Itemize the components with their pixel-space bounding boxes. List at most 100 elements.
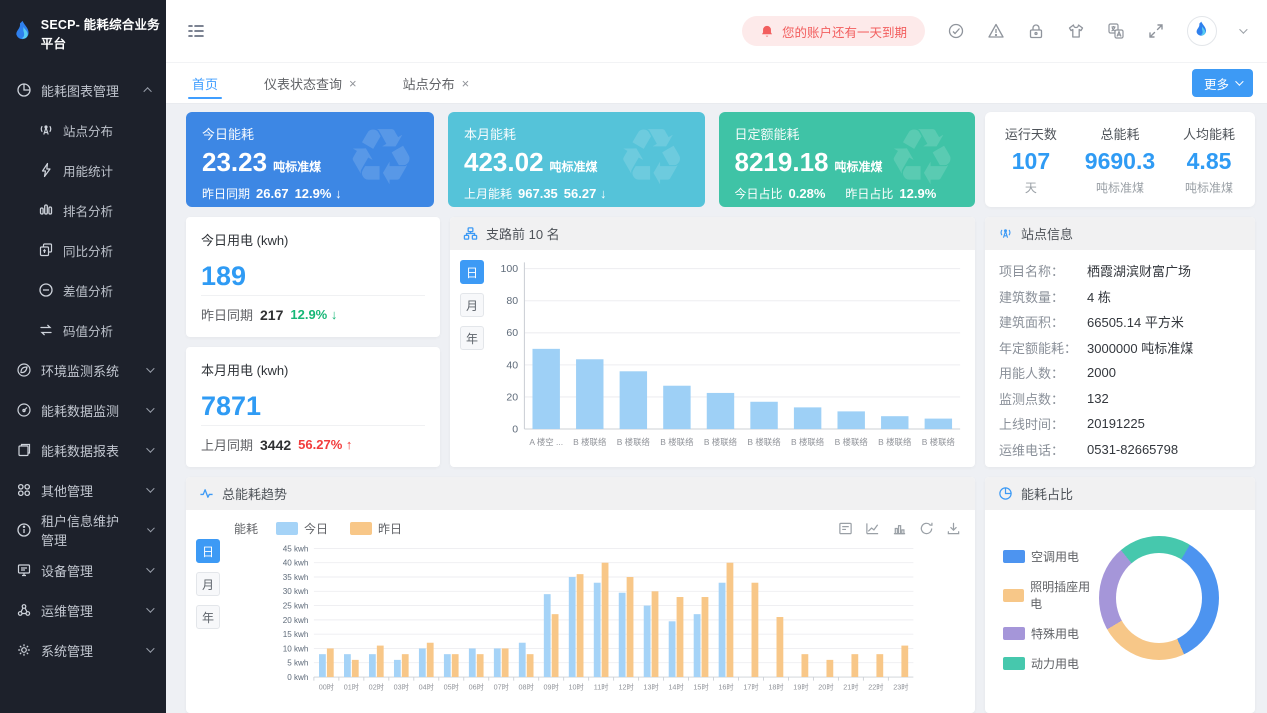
sidebar-item-label: 设备管理 — [41, 561, 93, 580]
more-button[interactable]: 更多 — [1192, 69, 1253, 97]
sidebar-submenu: 站点分布 用能统计 排名分析 同比分析 差值分析 — [0, 110, 166, 350]
svg-text:B 楼联络: B 楼联络 — [835, 437, 869, 447]
chevron-down-icon — [146, 484, 154, 492]
refresh-icon[interactable] — [919, 521, 934, 536]
sidebar-item-device-mgmt[interactable]: 设备管理 — [0, 550, 166, 590]
antenna-icon — [38, 122, 54, 138]
sidebar-item-energy-report[interactable]: 能耗数据报表 — [0, 430, 166, 470]
toggle-month[interactable]: 月 — [196, 572, 220, 596]
legend-hvac[interactable]: 空调用电 — [1003, 548, 1099, 565]
data-view-icon[interactable] — [838, 521, 853, 536]
kpi-sub-value: 12.9% — [899, 186, 936, 201]
legend-special[interactable]: 特殊用电 — [1003, 625, 1099, 642]
top10-bar-chart: 020406080100A 楼空 ...B 楼联络B 楼联络B 楼联络B 楼联络… — [484, 250, 975, 467]
sidebar-item-tenant-mgmt[interactable]: 租户信息维护管理 — [0, 510, 166, 550]
toggle-year[interactable]: 年 — [196, 605, 220, 629]
svg-text:B 楼联络: B 楼联络 — [660, 437, 694, 447]
tab-site-distribution[interactable]: 站点分布 × — [397, 62, 476, 104]
tabbar: 首页 仪表状态查询 × 站点分布 × 更多 — [166, 62, 1267, 104]
legend-label: 动力用电 — [1031, 655, 1079, 672]
kpi-card-daily-quota: 日定额能耗 8219.18吨标准煤 今日占比0.28%昨日占比12.9% ♻ — [719, 112, 976, 207]
top10-panel: 支路前 10 名 日 月 年 020406080100A 楼空 ...B 楼联络… — [450, 217, 975, 467]
swap-arrows-icon — [38, 322, 54, 338]
toggle-year[interactable]: 年 — [460, 326, 484, 350]
legend-lighting[interactable]: 照明插座用电 — [1003, 578, 1099, 612]
kpi-unit: 吨标准煤 — [834, 160, 882, 174]
sidebar-item-ranking[interactable]: 排名分析 — [0, 190, 166, 230]
sidebar-item-energy-charts[interactable]: 能耗图表管理 — [0, 70, 166, 110]
legend-swatch — [1003, 550, 1025, 563]
translate-icon[interactable] — [1107, 22, 1125, 40]
trend-legend: 今日 昨日 — [276, 520, 402, 537]
more-label: 更多 — [1204, 74, 1229, 93]
kpi-unit: 吨标准煤 — [550, 160, 598, 174]
tab-meter-status[interactable]: 仪表状态查询 × — [258, 62, 363, 104]
user-menu-chevron-icon[interactable] — [1239, 25, 1247, 33]
legend-today[interactable]: 今日 — [276, 520, 328, 537]
stat-unit: 天 — [1005, 179, 1057, 196]
collapse-menu-icon[interactable] — [186, 21, 206, 41]
energy-share-donut-chart — [1099, 536, 1219, 660]
svg-text:02时: 02时 — [369, 683, 384, 692]
legend-power[interactable]: 动力用电 — [1003, 655, 1099, 672]
energy-share-panel: 能耗占比 空调用电 照明插座用电 特殊用电 动力用电 — [985, 477, 1255, 713]
site-label: 建筑面积： — [999, 312, 1087, 331]
info-icon — [16, 522, 32, 538]
bell-icon — [760, 24, 774, 39]
svg-text:12时: 12时 — [618, 683, 633, 692]
sidebar-item-energy-monitor[interactable]: 能耗数据监测 — [0, 390, 166, 430]
kpi-sub-label: 昨日同期 — [202, 185, 250, 202]
sidebar-item-label: 差值分析 — [63, 281, 113, 300]
palette-icon[interactable] — [947, 22, 965, 40]
svg-text:10 kwh: 10 kwh — [283, 644, 309, 653]
report-icon — [16, 442, 32, 458]
legend-label: 今日 — [304, 520, 328, 537]
svg-text:35 kwh: 35 kwh — [283, 573, 309, 582]
avatar-flame-icon[interactable] — [1187, 16, 1217, 46]
trend-bar-chart: 0 kwh5 kwh10 kwh15 kwh20 kwh25 kwh30 kwh… — [220, 537, 975, 706]
sidebar-item-ops-mgmt[interactable]: 运维管理 — [0, 590, 166, 630]
site-info-body: 项目名称：栖霞湖滨财富广场 建筑数量：4 栋 建筑面积：66505.14 平方米… — [985, 250, 1255, 467]
tab-home[interactable]: 首页 — [186, 62, 224, 104]
svg-text:B 楼联络: B 楼联络 — [922, 437, 956, 447]
card-title: 今日用电 (kwh) — [201, 230, 425, 249]
toggle-month[interactable]: 月 — [460, 293, 484, 317]
lock-icon[interactable] — [1027, 22, 1045, 40]
sidebar-item-env-monitor[interactable]: 环境监测系统 — [0, 350, 166, 390]
legend-yesterday[interactable]: 昨日 — [350, 520, 402, 537]
kpi-sub-value: 0.28% — [789, 186, 826, 201]
compare-value: 217 — [260, 307, 283, 323]
brand-logo[interactable]: SECP- 能耗综合业务平台 — [0, 0, 166, 66]
svg-text:20时: 20时 — [818, 683, 833, 692]
close-icon[interactable]: × — [462, 76, 470, 91]
line-chart-icon[interactable] — [865, 521, 880, 536]
main-area: 您的账户还有一天到期 首页 仪表状态查询 × — [166, 0, 1267, 713]
sidebar-item-system-mgmt[interactable]: 系统管理 — [0, 630, 166, 670]
compare-pct: 12.9% — [290, 307, 327, 322]
svg-text:80: 80 — [506, 295, 518, 307]
close-icon[interactable]: × — [349, 76, 357, 91]
sidebar-item-diff-analysis[interactable]: 差值分析 — [0, 270, 166, 310]
bar-chart-icon[interactable] — [892, 521, 907, 536]
sidebar-item-site-distribution[interactable]: 站点分布 — [0, 110, 166, 150]
sidebar-item-other-mgmt[interactable]: 其他管理 — [0, 470, 166, 510]
sidebar-item-energy-stats[interactable]: 用能统计 — [0, 150, 166, 190]
sidebar-item-label: 运维管理 — [41, 601, 93, 620]
download-icon[interactable] — [946, 521, 961, 536]
fullscreen-icon[interactable] — [1147, 22, 1165, 40]
warning-icon[interactable] — [987, 22, 1005, 40]
toggle-day[interactable]: 日 — [460, 260, 484, 284]
chevron-down-icon — [146, 364, 154, 372]
site-value: 4 栋 — [1087, 287, 1111, 306]
compare-label: 上月同期 — [201, 435, 253, 454]
gauge-icon — [16, 402, 32, 418]
shirt-icon[interactable] — [1067, 22, 1085, 40]
toggle-day[interactable]: 日 — [196, 539, 220, 563]
sidebar-item-yoy-analysis[interactable]: 同比分析 — [0, 230, 166, 270]
svg-text:45 kwh: 45 kwh — [283, 544, 309, 553]
legend-swatch — [350, 522, 372, 535]
sidebar-item-code-analysis[interactable]: 码值分析 — [0, 310, 166, 350]
card-value: 189 — [201, 261, 425, 292]
sidebar-item-label: 系统管理 — [41, 641, 93, 660]
account-expiry-notice[interactable]: 您的账户还有一天到期 — [742, 16, 925, 46]
